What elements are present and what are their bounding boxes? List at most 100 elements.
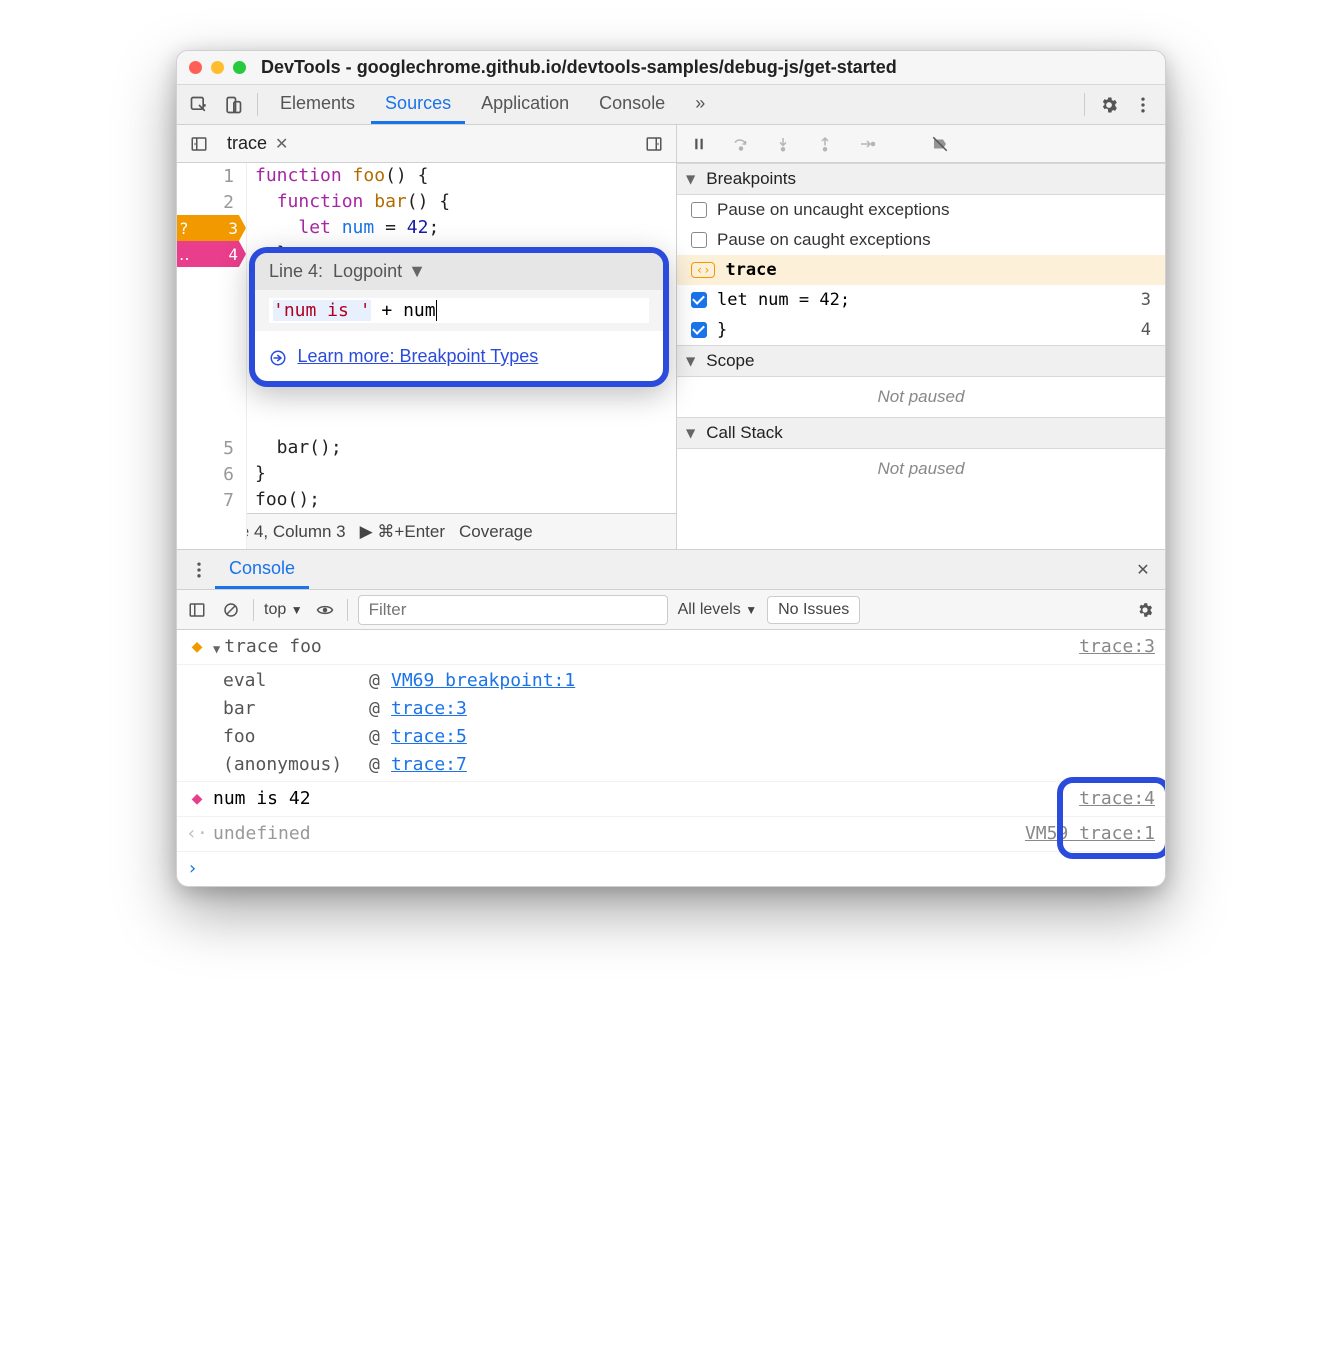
prompt-icon: ›: [187, 855, 198, 883]
step-over-icon[interactable]: [729, 132, 753, 156]
no-issues-button[interactable]: No Issues: [767, 596, 860, 624]
more-icon[interactable]: [1127, 85, 1159, 124]
source-link[interactable]: trace:4: [1079, 785, 1155, 813]
console-result: ‹· undefined VM59 trace:1: [177, 817, 1165, 852]
sources-subbar: trace ✕: [177, 125, 1165, 163]
pause-icon[interactable]: [687, 132, 711, 156]
learn-more-link[interactable]: Learn more: Breakpoint Types: [297, 346, 538, 366]
separator: [253, 599, 254, 621]
filter-input[interactable]: [358, 595, 668, 625]
file-tab-label: trace: [227, 133, 267, 154]
scope-header[interactable]: Scope: [677, 345, 1165, 377]
source-link: trace:5: [391, 723, 1155, 751]
tab-application[interactable]: Application: [467, 85, 583, 124]
stack-frame[interactable]: (anonymous)@trace:7: [187, 751, 1155, 779]
pause-uncaught-row[interactable]: Pause on uncaught exceptions: [677, 195, 1165, 225]
breakpoint-item[interactable]: } 4: [677, 315, 1165, 345]
arrow-right-circle-icon: [269, 349, 287, 367]
file-tab-trace[interactable]: trace ✕: [221, 125, 294, 162]
tab-overflow[interactable]: »: [681, 85, 719, 124]
gutter-line[interactable]: 7: [223, 490, 234, 511]
window-title: DevTools - googlechrome.github.io/devtoo…: [261, 57, 897, 78]
callstack-header[interactable]: Call Stack: [677, 417, 1165, 449]
gutter[interactable]: 1 2 ?3 ‥4 5 6 7: [177, 163, 247, 549]
stack-frame[interactable]: eval@VM69 breakpoint:1: [187, 667, 1155, 695]
clear-console-icon[interactable]: [219, 598, 243, 622]
close-drawer-icon[interactable]: ✕: [1127, 550, 1159, 589]
callstack-empty: Not paused: [677, 449, 1165, 489]
drawer-tab-console[interactable]: Console: [215, 550, 309, 589]
console-settings-icon[interactable]: [1133, 598, 1157, 622]
coverage-label[interactable]: Coverage: [459, 522, 533, 542]
logpoint-expression-input[interactable]: 'num is ' + num​: [269, 298, 649, 323]
deactivate-breakpoints-icon[interactable]: [928, 132, 952, 156]
breakpoint-edit-popup: Line 4: Logpoint▼ 'num is ' + num​ Learn…: [249, 247, 669, 387]
breakpoint-item[interactable]: let num = 42; 3: [677, 285, 1165, 315]
inspect-icon[interactable]: [183, 85, 215, 124]
breakpoints-header[interactable]: Breakpoints: [677, 163, 1165, 195]
tab-elements[interactable]: Elements: [266, 85, 369, 124]
context-selector[interactable]: top ▼: [264, 601, 303, 619]
log-levels-selector[interactable]: All levels ▼: [678, 601, 757, 619]
checkbox[interactable]: [691, 202, 707, 218]
snippet-icon: ‹›: [691, 262, 715, 278]
console-message[interactable]: ◆ num is 42 trace:4: [177, 782, 1165, 817]
separator: [347, 599, 348, 621]
conditional-breakpoint-icon: ◆: [187, 633, 207, 661]
chevron-down-icon: [687, 423, 700, 443]
source-link[interactable]: trace:3: [1079, 633, 1155, 661]
breakpoint-type-select[interactable]: Logpoint▼: [333, 261, 426, 282]
window-close-button[interactable]: [189, 61, 202, 74]
window-zoom-button[interactable]: [233, 61, 246, 74]
checkbox[interactable]: [691, 292, 707, 308]
breakpoint-group[interactable]: ‹› trace: [677, 255, 1165, 285]
window-minimize-button[interactable]: [211, 61, 224, 74]
console-message[interactable]: ◆ ▼ trace foo trace:3: [177, 630, 1165, 665]
stack-frame[interactable]: bar@trace:3: [187, 695, 1155, 723]
conditional-breakpoint-marker[interactable]: ?3: [176, 215, 246, 241]
device-toggle-icon[interactable]: [217, 85, 249, 124]
sources-split: 1 2 ?3 ‥4 5 6 7 function foo() { functio…: [177, 163, 1165, 550]
more-icon[interactable]: [183, 550, 215, 589]
debugger-pane: Breakpoints Pause on uncaught exceptions…: [677, 163, 1165, 549]
popup-footer: Learn more: Breakpoint Types: [255, 331, 663, 381]
chevron-down-icon: [687, 169, 700, 189]
navigator-toggle-icon[interactable]: [187, 132, 211, 156]
popup-body: 'num is ' + num​: [255, 290, 663, 331]
console-body: ◆ ▼ trace foo trace:3 eval@VM69 breakpoi…: [177, 630, 1165, 886]
popup-header: Line 4: Logpoint▼: [255, 253, 663, 290]
settings-icon[interactable]: [1093, 85, 1125, 124]
stack-frame[interactable]: foo@trace:5: [187, 723, 1155, 751]
source-link: VM69 breakpoint:1: [391, 667, 1155, 695]
source-link: trace:7: [391, 751, 1155, 779]
tab-console[interactable]: Console: [585, 85, 679, 124]
separator: [1084, 93, 1085, 116]
step-out-icon[interactable]: [813, 132, 837, 156]
checkbox[interactable]: [691, 232, 707, 248]
tab-sources[interactable]: Sources: [371, 85, 465, 124]
gutter-line[interactable]: 1: [223, 166, 234, 187]
logpoint-marker[interactable]: ‥4: [176, 241, 246, 267]
pause-caught-row[interactable]: Pause on caught exceptions: [677, 225, 1165, 255]
checkbox[interactable]: [691, 322, 707, 338]
chevron-down-icon: [687, 351, 700, 371]
step-into-icon[interactable]: [771, 132, 795, 156]
gutter-line[interactable]: 6: [223, 464, 234, 485]
console-prompt[interactable]: ›: [177, 852, 1165, 886]
close-icon[interactable]: ✕: [275, 134, 288, 154]
live-expression-icon[interactable]: [313, 598, 337, 622]
gutter-line[interactable]: 2: [223, 192, 234, 213]
source-link[interactable]: VM59 trace:1: [1025, 820, 1155, 848]
expand-toggle-icon[interactable]: ▼: [213, 635, 220, 663]
debugger-toggle-icon[interactable]: [642, 132, 666, 156]
run-hint: ▶ ⌘+Enter: [360, 522, 445, 542]
chevron-down-icon: ▼: [745, 603, 757, 617]
gutter-line[interactable]: 5: [223, 438, 234, 459]
separator: [257, 93, 258, 116]
step-icon[interactable]: [855, 132, 879, 156]
logpoint-icon: ◆: [187, 785, 207, 813]
titlebar: DevTools - googlechrome.github.io/devtoo…: [177, 51, 1165, 85]
code-editor[interactable]: 1 2 ?3 ‥4 5 6 7 function foo() { functio…: [177, 163, 677, 549]
stack-trace: eval@VM69 breakpoint:1 bar@trace:3 foo@t…: [177, 665, 1165, 782]
console-sidebar-toggle-icon[interactable]: [185, 598, 209, 622]
